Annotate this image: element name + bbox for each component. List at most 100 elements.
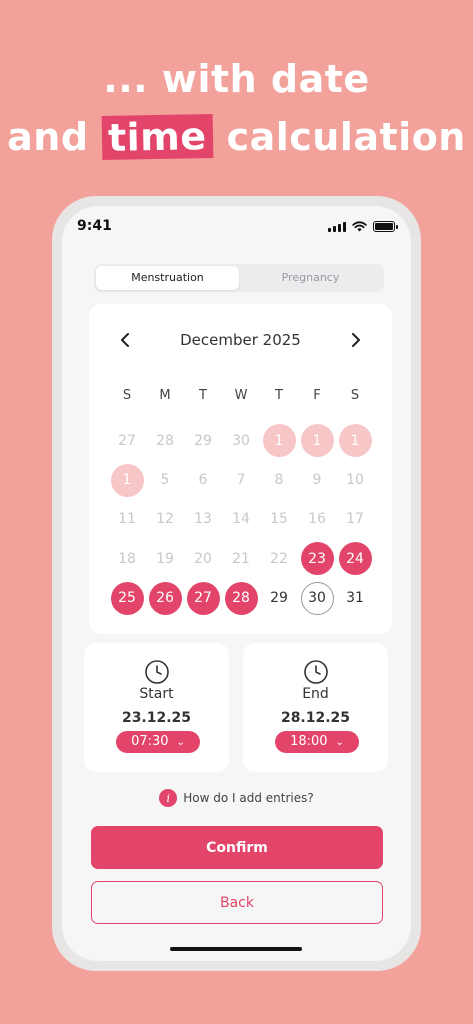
calendar-day-number: 8 (274, 472, 284, 489)
clock-icon (145, 660, 169, 684)
calendar-header: December 2025 (89, 328, 392, 352)
calendar-day[interactable]: 25 (108, 579, 146, 618)
calendar-day-number: 16 (308, 511, 326, 528)
wifi-icon (352, 221, 367, 232)
calendar-day-grid: 27 28 29 30 1 1 1 1 5 6 7 8 9 10 11 12 13 14 15 16 17 18 19 20 2… (108, 421, 374, 618)
calendar-day[interactable]: 7 (222, 460, 260, 499)
calendar-day[interactable]: 29 (260, 579, 298, 618)
clock-icon (304, 660, 328, 684)
start-label: Start (139, 686, 174, 702)
status-time: 9:41 (77, 218, 112, 234)
headline-line-2-before: and (7, 115, 89, 159)
calendar-day[interactable]: 1 (260, 421, 298, 460)
calendar-day-number: 24 (338, 542, 372, 576)
headline: ... with date and time calculation (0, 50, 473, 166)
calendar-day-number: 1 (262, 424, 296, 458)
calendar-day-number: 30 (300, 581, 334, 615)
calendar-day-number: 15 (270, 511, 288, 528)
calendar-day[interactable]: 23 (298, 539, 336, 578)
calendar-day-number: 14 (232, 511, 250, 528)
calendar-day[interactable]: 12 (146, 500, 184, 539)
calendar-day-number: 20 (194, 550, 212, 567)
end-time-picker[interactable]: 18:00 ⌄ (275, 731, 359, 753)
calendar-day[interactable]: 10 (336, 460, 374, 499)
calendar-day-number: 18 (118, 550, 136, 567)
start-time-value: 07:30 (131, 734, 169, 749)
calendar-day-number: 26 (148, 581, 182, 615)
calendar-day[interactable]: 1 (336, 421, 374, 460)
calendar-day[interactable]: 15 (260, 500, 298, 539)
weekday-label: T (199, 388, 207, 403)
help-link[interactable]: i How do I add entries? (62, 788, 411, 808)
calendar-day[interactable]: 21 (222, 539, 260, 578)
chevron-down-icon: ⌄ (335, 737, 344, 748)
calendar-day[interactable]: 22 (260, 539, 298, 578)
tab-menstruation[interactable]: Menstruation (96, 266, 239, 290)
headline-highlight: time (101, 114, 214, 160)
calendar-day-number: 7 (236, 472, 246, 489)
phone-frame: 9:41 Menstruation Pregnancy December 202… (52, 196, 421, 971)
calendar-day[interactable]: 18 (108, 539, 146, 578)
calendar-day[interactable]: 1 (298, 421, 336, 460)
end-label: End (302, 686, 329, 702)
back-button[interactable]: Back (91, 881, 383, 924)
calendar-day-number: 13 (194, 511, 212, 528)
calendar-day[interactable]: 28 (222, 579, 260, 618)
end-time-value: 18:00 (290, 734, 328, 749)
calendar-day-number: 12 (156, 511, 174, 528)
calendar-day[interactable]: 5 (146, 460, 184, 499)
weekday-label: F (313, 388, 321, 403)
calendar-day-number: 1 (110, 463, 144, 497)
calendar-day-number: 6 (198, 472, 208, 489)
start-time-picker[interactable]: 07:30 ⌄ (116, 731, 200, 753)
weekday-label: M (159, 388, 171, 403)
calendar-day[interactable]: 16 (298, 500, 336, 539)
cellular-signal-icon (328, 221, 346, 232)
calendar-day-number: 27 (186, 581, 220, 615)
calendar-day-number: 5 (160, 472, 170, 489)
calendar-card: December 2025 SMTWTFS 27 28 29 30 1 1 1 1 5 6 7 8 9 1… (89, 304, 392, 634)
headline-line-1: ... with date (103, 57, 370, 101)
status-icons (328, 221, 398, 232)
calendar-day-number: 28 (156, 432, 174, 449)
calendar-day-number: 10 (346, 472, 364, 489)
calendar-day[interactable]: 20 (184, 539, 222, 578)
calendar-day[interactable]: 24 (336, 539, 374, 578)
calendar-day[interactable]: 14 (222, 500, 260, 539)
calendar-day[interactable]: 1 (108, 460, 146, 499)
help-text: How do I add entries? (183, 791, 314, 805)
calendar-day[interactable]: 30 (298, 579, 336, 618)
calendar-day-number: 28 (224, 581, 258, 615)
start-date: 23.12.25 (121, 710, 192, 726)
calendar-day[interactable]: 11 (108, 500, 146, 539)
calendar-day[interactable]: 29 (184, 421, 222, 460)
calendar-day[interactable]: 30 (222, 421, 260, 460)
calendar-day-number: 23 (300, 542, 334, 576)
calendar-day[interactable]: 6 (184, 460, 222, 499)
calendar-day-number: 29 (194, 432, 212, 449)
chevron-down-icon: ⌄ (176, 737, 185, 748)
calendar-day[interactable]: 28 (146, 421, 184, 460)
calendar-day[interactable]: 26 (146, 579, 184, 618)
calendar-day[interactable]: 8 (260, 460, 298, 499)
weekday-label: S (122, 388, 132, 403)
next-month-button[interactable] (344, 328, 368, 352)
calendar-day[interactable]: 9 (298, 460, 336, 499)
calendar-day[interactable]: 17 (336, 500, 374, 539)
calendar-day[interactable]: 27 (108, 421, 146, 460)
calendar-day-number: 11 (118, 511, 136, 528)
status-bar: 9:41 (62, 206, 411, 250)
calendar-day-number: 17 (346, 511, 364, 528)
calendar-day[interactable]: 27 (184, 579, 222, 618)
home-indicator (170, 947, 302, 951)
tab-pregnancy[interactable]: Pregnancy (239, 266, 382, 290)
calendar-day-number: 27 (118, 432, 136, 449)
calendar-day[interactable]: 19 (146, 539, 184, 578)
confirm-button[interactable]: Confirm (91, 826, 383, 869)
info-icon: i (159, 789, 178, 807)
calendar-day[interactable]: 13 (184, 500, 222, 539)
weekday-label: S (350, 388, 360, 403)
headline-line-2-after: calculation (226, 115, 466, 159)
calendar-day-number: 21 (232, 550, 250, 567)
calendar-day[interactable]: 31 (336, 579, 374, 618)
